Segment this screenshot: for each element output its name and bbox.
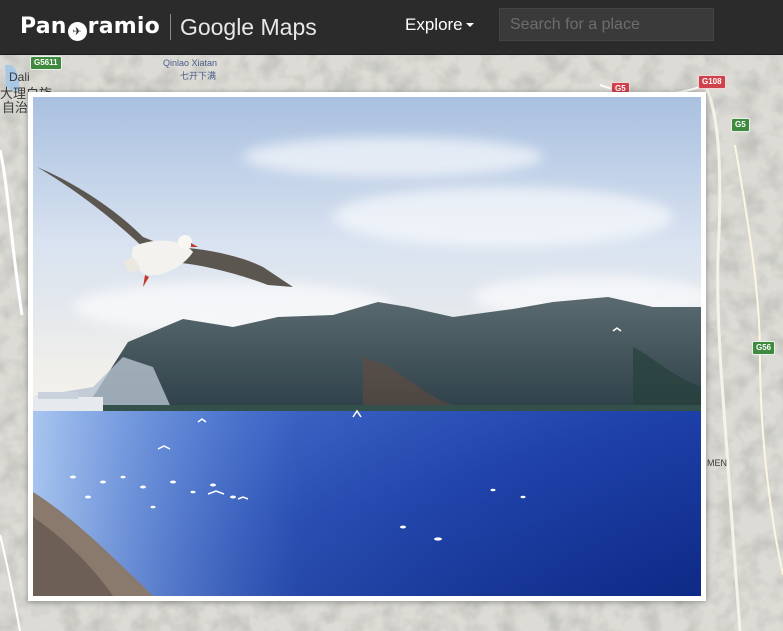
road-shield: G56 (752, 341, 776, 355)
road-shield: G5611 (30, 56, 62, 70)
search-input[interactable] (499, 8, 714, 41)
explore-label: Explore (405, 15, 463, 34)
caret-down-icon (465, 23, 474, 27)
logo-subtitle: Google Maps (179, 13, 317, 40)
map-label: Qinlao Xiatan (163, 58, 218, 68)
top-bar: Pan ✈ ramio Google Maps Explore (0, 0, 783, 55)
featured-photo[interactable] (33, 97, 701, 596)
explore-menu-button[interactable]: Explore (405, 15, 474, 35)
road-shield: G5 (731, 118, 750, 132)
logo-separator (169, 14, 171, 40)
map-label: 自治 (2, 100, 29, 115)
panoramio-logo[interactable]: Pan ✈ ramio Google Maps (20, 11, 317, 43)
road-shield: G108 (698, 75, 726, 89)
map-label: Dali (9, 70, 30, 84)
map-label: 七开下满 (180, 71, 217, 81)
logo-o-icon: ✈ (67, 21, 87, 41)
logo-text: Pan ✈ ramio (20, 13, 160, 41)
photo-viewer[interactable] (28, 92, 706, 601)
map-label: MEN (707, 458, 727, 468)
